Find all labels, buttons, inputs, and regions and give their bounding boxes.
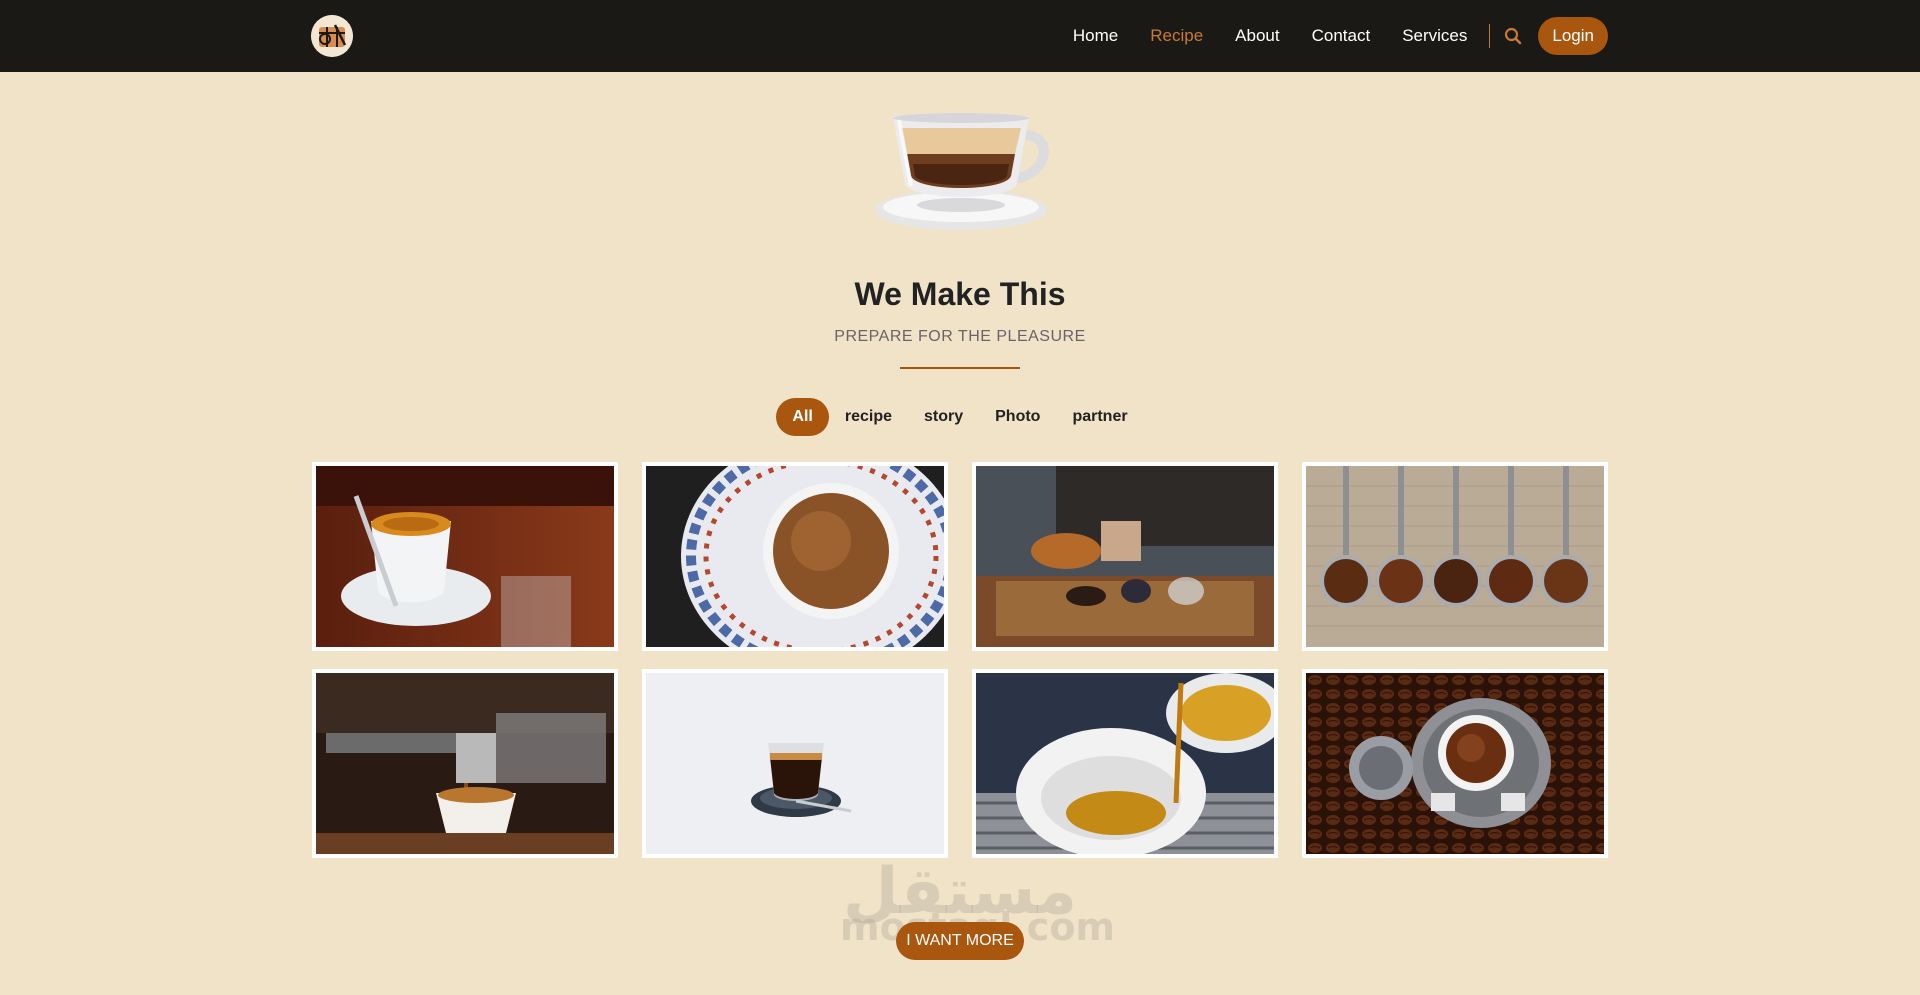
filter-all[interactable]: All	[776, 398, 829, 436]
gallery-card-espresso-machine[interactable]	[312, 669, 618, 858]
login-button[interactable]: Login	[1538, 17, 1608, 55]
coffee-cup-illustration	[875, 106, 1051, 236]
search-icon[interactable]	[1504, 27, 1522, 45]
nav-divider	[1489, 24, 1491, 48]
espresso-glass-photo	[646, 673, 944, 854]
espresso-pour-photo	[976, 673, 1274, 854]
main-nav: Home Recipe About Contact Services Login	[1073, 17, 1608, 55]
nav-home[interactable]: Home	[1073, 26, 1118, 46]
gallery-card-coffee-spoons[interactable]	[1302, 462, 1608, 651]
nav-contact[interactable]: Contact	[1312, 26, 1371, 46]
nav-about[interactable]: About	[1235, 26, 1279, 46]
photo-gallery	[312, 462, 1608, 858]
brand-logo[interactable]	[311, 15, 353, 57]
filter-tabs: All recipe story Photo partner	[0, 398, 1920, 436]
pouring-cezve-photo	[976, 466, 1274, 647]
gallery-card-pouring-cezve[interactable]	[972, 462, 1278, 651]
nav-recipe[interactable]: Recipe	[1150, 26, 1203, 46]
navbar: Home Recipe About Contact Services Login	[0, 0, 1920, 72]
gallery-card-espresso-glass[interactable]	[642, 669, 948, 858]
nav-services[interactable]: Services	[1402, 26, 1467, 46]
gallery-card-espresso-cup[interactable]	[312, 462, 618, 651]
coffee-on-beans-photo	[1306, 673, 1604, 854]
filter-story[interactable]: story	[908, 398, 979, 436]
turkish-coffee-photo	[646, 466, 944, 647]
section-title: We Make This	[854, 276, 1066, 312]
i-want-more-button[interactable]: I WANT MORE	[896, 922, 1024, 960]
espresso-cup-photo	[316, 466, 614, 647]
gallery-card-espresso-pour[interactable]	[972, 669, 1278, 858]
filter-partner[interactable]: partner	[1056, 398, 1143, 436]
espresso-machine-photo	[316, 673, 614, 854]
gallery-card-coffee-on-beans[interactable]	[1302, 669, 1608, 858]
coffee-spoons-photo	[1306, 466, 1604, 647]
gallery-card-turkish-coffee[interactable]	[642, 462, 948, 651]
filter-recipe[interactable]: recipe	[829, 398, 908, 436]
section-subtitle: PREPARE FOR THE PLEASURE	[834, 328, 1086, 345]
filter-photo[interactable]: Photo	[979, 398, 1056, 436]
title-divider	[900, 367, 1020, 369]
